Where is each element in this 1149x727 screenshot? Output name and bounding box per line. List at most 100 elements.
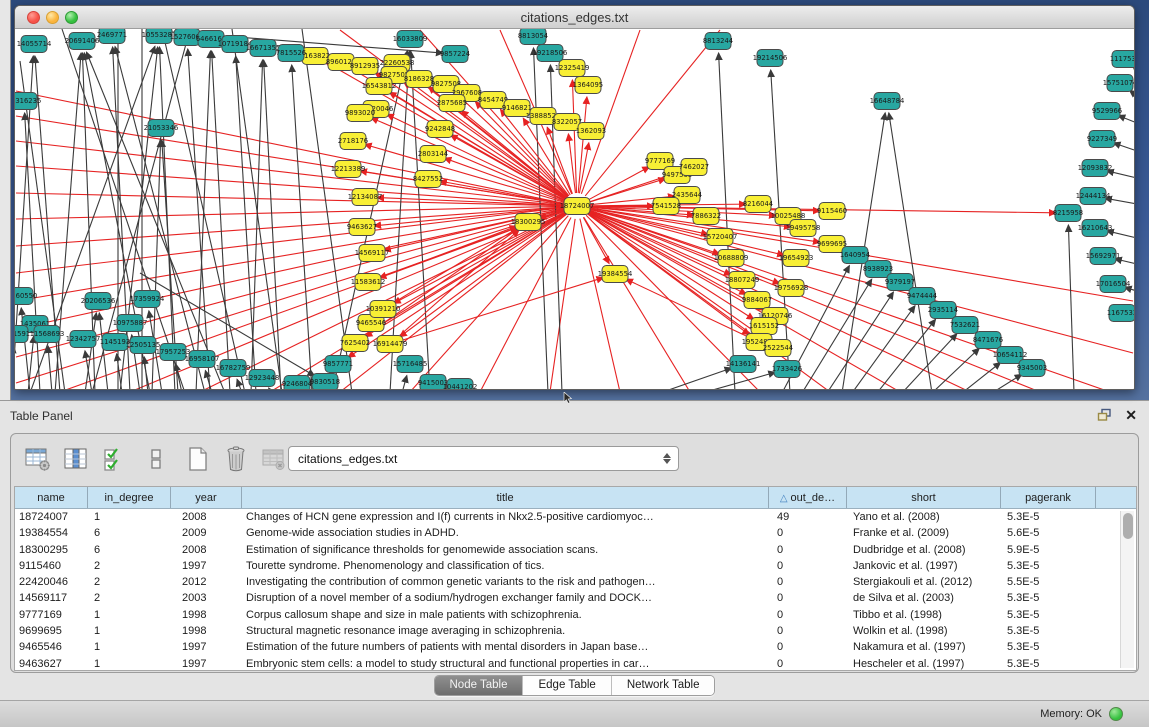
graph-node-label: 8322057 — [552, 118, 582, 126]
column-header-in-degree[interactable]: in_degree — [88, 487, 171, 508]
network-window[interactable]: citations_edges.txt 18724007716382289601… — [14, 5, 1135, 390]
table-cell: Structural magnetic resonance image aver… — [242, 623, 769, 639]
table-cell: 5.3E-5 — [1001, 623, 1096, 639]
table-row[interactable]: 1938455462009Genome-wide association stu… — [15, 525, 1136, 541]
graph-node-label: 8216044 — [743, 200, 773, 208]
column-header-name[interactable]: name — [15, 487, 88, 508]
table-row[interactable]: 946362711997Embryonic stem cells: a mode… — [15, 656, 1136, 671]
graph-edge-black — [269, 388, 272, 389]
table-row[interactable]: 969969511998Structural magnetic resonanc… — [15, 623, 1136, 639]
table-cell: Changes of HCN gene expression and I(f) … — [242, 509, 769, 525]
table-cell: 18300295 — [15, 542, 88, 558]
graph-node-label: 19654923 — [779, 254, 814, 262]
table-row[interactable]: 946554611997Estimation of the future num… — [15, 639, 1136, 655]
stacked-boxes-button[interactable] — [142, 445, 170, 473]
graph-edge-black — [264, 60, 281, 389]
table-cell: Investigating the contribution of common… — [242, 574, 769, 590]
tab-node-table[interactable]: Node Table — [435, 676, 523, 695]
graph-node-label: 12093832 — [1078, 164, 1113, 172]
graph-node-label: 9345003 — [1017, 364, 1047, 372]
tab-edge-table[interactable]: Edge Table — [522, 676, 610, 695]
column-header-pagerank[interactable]: pagerank — [1001, 487, 1096, 508]
new-table-button[interactable] — [184, 445, 212, 473]
show-columns-button[interactable] — [62, 445, 90, 473]
sort-ascending-icon: △ — [780, 493, 788, 504]
table-cell: 2 — [88, 574, 171, 590]
table-row[interactable]: 2242004622012Investigating the contribut… — [15, 574, 1136, 590]
graph-edge-red — [588, 167, 649, 200]
graph-node-label: 1167533 — [1107, 309, 1134, 317]
table-row[interactable]: 977716911998Corpus callosum shape and si… — [15, 607, 1136, 623]
table-cell: 9777169 — [15, 607, 88, 623]
graph-edge-black — [1133, 67, 1134, 71]
graph-node-label: 8912935 — [350, 62, 380, 70]
network-canvas[interactable]: 1872400771638228960128891293522260538982… — [15, 29, 1134, 389]
table-cell: 1998 — [171, 607, 242, 623]
table-selector-dropdown[interactable]: citations_edges.txt — [288, 446, 679, 471]
graph-node-label: 1640954 — [840, 251, 870, 259]
table-row[interactable]: 911546021997Tourette syndrome. Phenomeno… — [15, 558, 1136, 574]
table-cell: 22420046 — [15, 574, 88, 590]
status-bar: Memory: OK — [0, 700, 1149, 727]
row-selection-button[interactable] — [100, 445, 128, 473]
graph-node-label: 8186328 — [404, 75, 434, 83]
table-cell: 5.3E-5 — [1001, 656, 1096, 671]
graph-node-label: 7886322 — [691, 212, 721, 220]
float-panel-icon[interactable] — [1097, 408, 1112, 422]
graph-node-label: 14136141 — [726, 360, 761, 368]
table-cell: 9115460 — [15, 558, 88, 574]
tab-network-table[interactable]: Network Table — [611, 676, 715, 695]
window-close-button[interactable] — [27, 11, 40, 24]
graph-node-label: 7462027 — [679, 163, 709, 171]
graph-node-label: 15692971 — [1086, 252, 1121, 260]
graph-node-label: 10391210 — [366, 305, 401, 313]
graph-node-label: 16648784 — [870, 97, 905, 105]
close-panel-icon[interactable]: ✕ — [1125, 408, 1137, 422]
graph-node-label: 17016504 — [1096, 280, 1131, 288]
graph-node-label: 9463627 — [347, 223, 377, 231]
graph-node-label: 25260550 — [15, 292, 37, 300]
graph-node-label: 15720407 — [703, 233, 738, 241]
graph-node-label: 2469771 — [97, 31, 127, 39]
column-header-title[interactable]: title — [242, 487, 769, 508]
graph-node-label: 7625402 — [340, 339, 370, 347]
graph-edge-red — [450, 135, 565, 200]
table-cell: 1998 — [171, 623, 242, 639]
graph-edge-red — [400, 230, 519, 335]
table-cell: 1 — [88, 639, 171, 655]
table-cell: 2 — [88, 590, 171, 606]
table-mode-button[interactable] — [24, 445, 52, 473]
graph-edge-black — [932, 348, 979, 389]
node-table: name in_degree year title △out_de… short… — [14, 486, 1137, 671]
window-zoom-button[interactable] — [65, 11, 78, 24]
table-cell: 5.3E-5 — [1001, 590, 1096, 606]
graph-node-label: 9379197 — [885, 278, 915, 286]
graph-node-label: 9857224 — [440, 50, 470, 58]
graph-node-label: 19218506 — [533, 49, 568, 57]
citation-graph[interactable]: 1872400771638228960128891293522260538982… — [15, 29, 1134, 389]
table-cell: 0 — [769, 639, 847, 655]
table-cell: Embryonic stem cells: a model to study s… — [242, 656, 769, 671]
table-cell: 2008 — [171, 542, 242, 558]
graph-node-label: 9465546 — [356, 319, 386, 327]
table-scrollbar[interactable] — [1120, 511, 1134, 668]
table-row[interactable]: 1830029562008Estimation of significance … — [15, 542, 1136, 558]
column-header-out-degree[interactable]: △out_de… — [769, 487, 847, 508]
window-minimize-button[interactable] — [46, 11, 59, 24]
window-titlebar[interactable]: citations_edges.txt — [15, 6, 1134, 29]
graph-node-label: 1364095 — [573, 81, 603, 89]
graph-node-label: 16958107 — [185, 355, 220, 363]
column-header-year[interactable]: year — [171, 487, 242, 508]
graph-node-label: 14055714 — [17, 40, 52, 48]
table-cell: 5.3E-5 — [1001, 607, 1096, 623]
table-cell: Estimation of the future numbers of pati… — [242, 639, 769, 655]
graph-node-label: 8938923 — [863, 265, 893, 273]
column-header-short[interactable]: short — [847, 487, 1001, 508]
graph-node-label: 7532621 — [950, 321, 980, 329]
table-row[interactable]: 1872400712008Changes of HCN gene express… — [15, 509, 1136, 525]
scrollbar-thumb[interactable] — [1123, 513, 1133, 539]
delete-table-button[interactable] — [222, 445, 250, 473]
table-row[interactable]: 1456911722003Disruption of a novel membe… — [15, 590, 1136, 606]
table-header-row: name in_degree year title △out_de… short… — [15, 487, 1136, 509]
graph-node-label: 9227349 — [1087, 135, 1117, 143]
